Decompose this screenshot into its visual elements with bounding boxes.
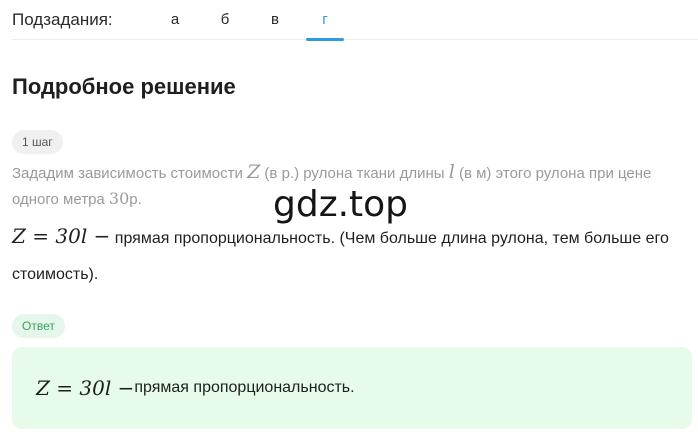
tab-a[interactable]: а	[150, 0, 200, 40]
step-badge: 1 шаг	[12, 130, 63, 154]
section-title: Подробное решение	[12, 74, 236, 99]
math-price: 30	[108, 189, 130, 208]
tab-label: б	[220, 11, 230, 28]
tab-v[interactable]: в	[250, 0, 300, 40]
tab-label: а	[170, 11, 180, 28]
main-text-body: прямая пропорциональность. (Чем больше д…	[12, 230, 669, 283]
tab-label: г	[322, 11, 328, 28]
answer-text: прямая пропорциональность.	[134, 379, 355, 396]
step-text-part: (в р.) рулона ткани длины	[260, 165, 449, 182]
subtasks-label: Подзадания:	[12, 9, 113, 29]
tab-label: в	[271, 11, 279, 28]
step-text-part: Зададим зависимость стоимости	[12, 165, 248, 182]
answer-formula: Z = 30l −	[36, 376, 135, 400]
math-variable-z: Z	[247, 161, 261, 183]
main-text: Z = 30l − прямая пропорциональность. (Че…	[12, 218, 692, 293]
tab-b[interactable]: б	[200, 0, 250, 40]
answer-badge: Ответ	[12, 314, 65, 338]
step-text-part: р.	[129, 191, 142, 208]
subtasks-bar: Подзадания: а б в г	[12, 0, 698, 41]
formula: Z = 30l −	[12, 224, 111, 248]
tab-g[interactable]: г	[300, 0, 350, 41]
answer-box: Z = 30l − прямая пропорциональность.	[12, 347, 692, 429]
